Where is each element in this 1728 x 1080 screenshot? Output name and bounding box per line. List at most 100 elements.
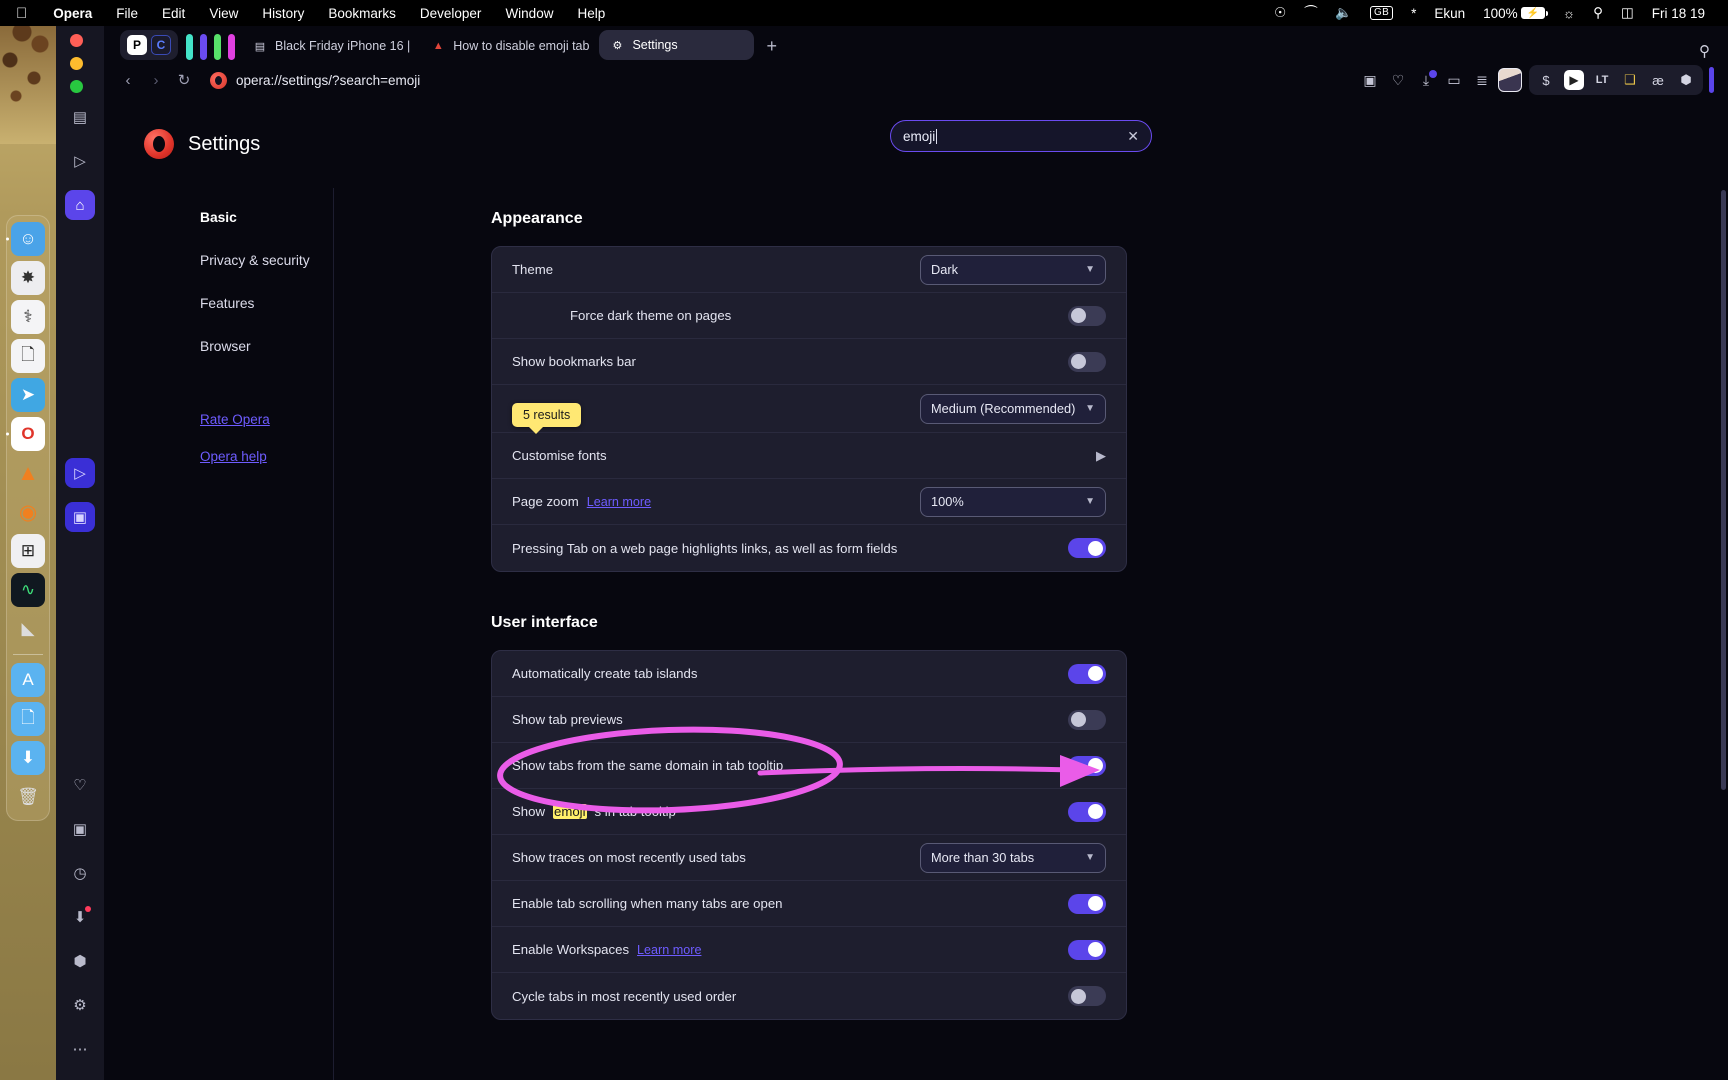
chevron-right-icon[interactable]: ▶ <box>1096 448 1106 464</box>
profile-avatar[interactable] <box>1497 67 1523 93</box>
extension-ae-icon[interactable]: æ <box>1645 67 1671 93</box>
menubar-item-window[interactable]: Window <box>493 6 565 21</box>
extension-badge-icon[interactable]: ▶ <box>1561 67 1587 93</box>
sidebar-toggle-indicator[interactable] <box>1709 67 1714 93</box>
menubar-item-edit[interactable]: Edit <box>150 6 197 21</box>
sidebar-panel-flow[interactable]: ▣ <box>65 502 95 532</box>
reload-icon[interactable]: ↻ <box>170 66 198 94</box>
show-traces-select[interactable]: More than 30 tabs ▼ <box>920 842 1106 873</box>
link-opera-help[interactable]: Opera help <box>200 449 333 464</box>
force-dark-theme-toggle[interactable] <box>1068 305 1106 326</box>
row-show-tabs-same-domain[interactable]: Show tabs from the same domain in tab to… <box>492 743 1126 789</box>
downloads-icon[interactable]: ⤓ <box>1413 67 1439 93</box>
sidebar-panel-aria[interactable]: ▷ <box>65 458 95 488</box>
row-auto-tab-islands[interactable]: Automatically create tab islands <box>492 651 1126 697</box>
sidebar-panel-more[interactable]: ⋯ <box>65 1034 95 1064</box>
row-page-zoom[interactable]: Page zoom Learn more 100% ▼ <box>492 479 1126 525</box>
battery-status[interactable]: 100% ⚡ <box>1474 6 1554 21</box>
auto-tab-islands-toggle[interactable] <box>1068 663 1106 684</box>
easy-setup-icon[interactable]: ≣ <box>1469 67 1495 93</box>
tab-highlights-links-toggle[interactable] <box>1068 538 1106 558</box>
sidebar-panel-extensions[interactable]: ⬢ <box>65 946 95 976</box>
show-tab-previews-toggle[interactable] <box>1068 709 1106 730</box>
dock-item-trash[interactable]: 🗑 <box>11 780 45 814</box>
sidebar-item-basic[interactable]: Basic <box>200 210 333 225</box>
eject-icon[interactable]: ⏜ <box>1295 5 1326 21</box>
menubar-item-bookmarks[interactable]: Bookmarks <box>316 6 408 21</box>
tab-settings[interactable]: ⚙ Settings <box>599 30 755 60</box>
dock-item-stethoscope-app[interactable]: ⚕ <box>11 300 45 334</box>
tab-black-friday[interactable]: ▤ Black Friday iPhone 16 | <box>242 32 420 60</box>
dock-item-calculator[interactable]: ⊞ <box>11 534 45 568</box>
menubar-item-developer[interactable]: Developer <box>408 6 494 21</box>
font-size-select[interactable]: Medium (Recommended) ▼ <box>920 393 1106 424</box>
row-tab-highlights-links[interactable]: Pressing Tab on a web page highlights li… <box>492 525 1126 571</box>
sidebar-panel-downloads[interactable]: ⬇ <box>65 902 95 932</box>
sidebar-panel-favorites[interactable]: ♡ <box>65 770 95 800</box>
sidebar-item-features[interactable]: Features <box>200 296 333 311</box>
apple-icon[interactable]:  <box>0 6 41 21</box>
show-bookmarks-bar-toggle[interactable] <box>1068 351 1106 372</box>
row-enable-workspaces[interactable]: Enable Workspaces Learn more <box>492 927 1126 973</box>
extension-cube-icon[interactable]: ⬢ <box>1673 67 1699 93</box>
link-learn-more[interactable]: Learn more <box>587 495 651 509</box>
dock-item-vlc[interactable]: ▲ <box>11 456 45 490</box>
tab-island-1[interactable] <box>186 34 193 60</box>
spotlight-search-icon[interactable]: ⚲ <box>1584 5 1612 21</box>
workspace-icon-p[interactable]: P <box>127 35 147 55</box>
show-tabs-same-domain-toggle[interactable] <box>1068 755 1106 776</box>
theme-select[interactable]: Dark ▼ <box>920 254 1106 285</box>
sidebar-item-privacy-security[interactable]: Privacy & security <box>200 253 333 268</box>
dock-item-eye-app[interactable]: ◉ <box>11 495 45 529</box>
menubar-item-file[interactable]: File <box>104 6 150 21</box>
dock-item-documents-app[interactable]: 🗋 <box>11 339 45 373</box>
row-show-tab-previews[interactable]: Show tab previews <box>492 697 1126 743</box>
keyboard-layout-indicator[interactable]: GB <box>1361 6 1402 20</box>
extension-languagetool-icon[interactable]: LT <box>1589 67 1615 93</box>
tab-island-2[interactable] <box>200 34 207 60</box>
row-show-bookmarks-bar[interactable]: Show bookmarks bar <box>492 339 1126 385</box>
cycle-tabs-toggle[interactable] <box>1068 986 1106 1006</box>
tab-how-to-disable-emoji[interactable]: ▲ How to disable emoji tab <box>420 32 599 60</box>
extension-copy-icon[interactable]: ❑ <box>1617 67 1643 93</box>
zoom-window-button[interactable] <box>70 80 83 93</box>
battery-saver-icon[interactable]: ▭ <box>1441 67 1467 93</box>
extension-dollar-icon[interactable]: $ <box>1533 67 1559 93</box>
link-learn-more[interactable]: Learn more <box>637 943 701 957</box>
row-theme[interactable]: Theme Dark ▼ <box>492 247 1126 293</box>
search-input[interactable]: emoji ✕ <box>890 120 1152 152</box>
show-emojis-tooltip-toggle[interactable] <box>1068 801 1106 822</box>
dock-item-safari-alt[interactable]: ✸ <box>11 261 45 295</box>
menubar-app-name[interactable]: Opera <box>41 6 104 21</box>
tab-scrolling-toggle[interactable] <box>1068 893 1106 914</box>
menubar-datetime[interactable]: Fri 18 19 <box>1643 6 1714 21</box>
close-window-button[interactable] <box>70 34 83 47</box>
row-show-emojis-tooltip[interactable]: Show emoji s in tab tooltip <box>492 789 1126 835</box>
menubar-item-help[interactable]: Help <box>565 6 617 21</box>
wifi-icon[interactable]: ☼ <box>1554 6 1584 21</box>
dock-item-telegram[interactable]: ➤ <box>11 378 45 412</box>
sidebar-item-browser[interactable]: Browser <box>200 339 333 354</box>
grammarly-icon[interactable]: ☉ <box>1265 5 1295 21</box>
sidebar-panel-bookmarks[interactable]: ▤ <box>65 102 95 132</box>
page-scrollbar[interactable] <box>1721 190 1726 790</box>
dock-folder-downloads[interactable]: ⬇ <box>11 741 45 775</box>
sidebar-panel-settings[interactable]: ⚙ <box>65 990 95 1020</box>
workspace-switcher[interactable]: P C <box>120 30 178 60</box>
dock-item-opera[interactable]: O <box>6 417 45 451</box>
enable-workspaces-toggle[interactable] <box>1068 939 1106 960</box>
sidebar-panel-player[interactable]: ▷ <box>65 146 95 176</box>
dock-item-scanner-app[interactable]: ◣ <box>11 612 45 646</box>
workspace-icon-c[interactable]: C <box>151 35 171 55</box>
row-show-traces[interactable]: Show traces on most recently used tabs M… <box>492 835 1126 881</box>
new-tab-button[interactable]: + <box>754 32 789 60</box>
close-icon[interactable]: ✕ <box>1127 128 1139 145</box>
snapshot-icon[interactable]: ▣ <box>1357 67 1383 93</box>
row-cycle-tabs[interactable]: Cycle tabs in most recently used order <box>492 973 1126 1019</box>
sidebar-panel-messenger[interactable]: ▣ <box>65 814 95 844</box>
chevron-right-icon[interactable]: › <box>142 66 170 94</box>
user-menu[interactable]: Ekun <box>1425 6 1474 21</box>
row-tab-scrolling[interactable]: Enable tab scrolling when many tabs are … <box>492 881 1126 927</box>
dock-item-activity-monitor[interactable]: ∿ <box>11 573 45 607</box>
tab-island-4[interactable] <box>228 34 235 60</box>
